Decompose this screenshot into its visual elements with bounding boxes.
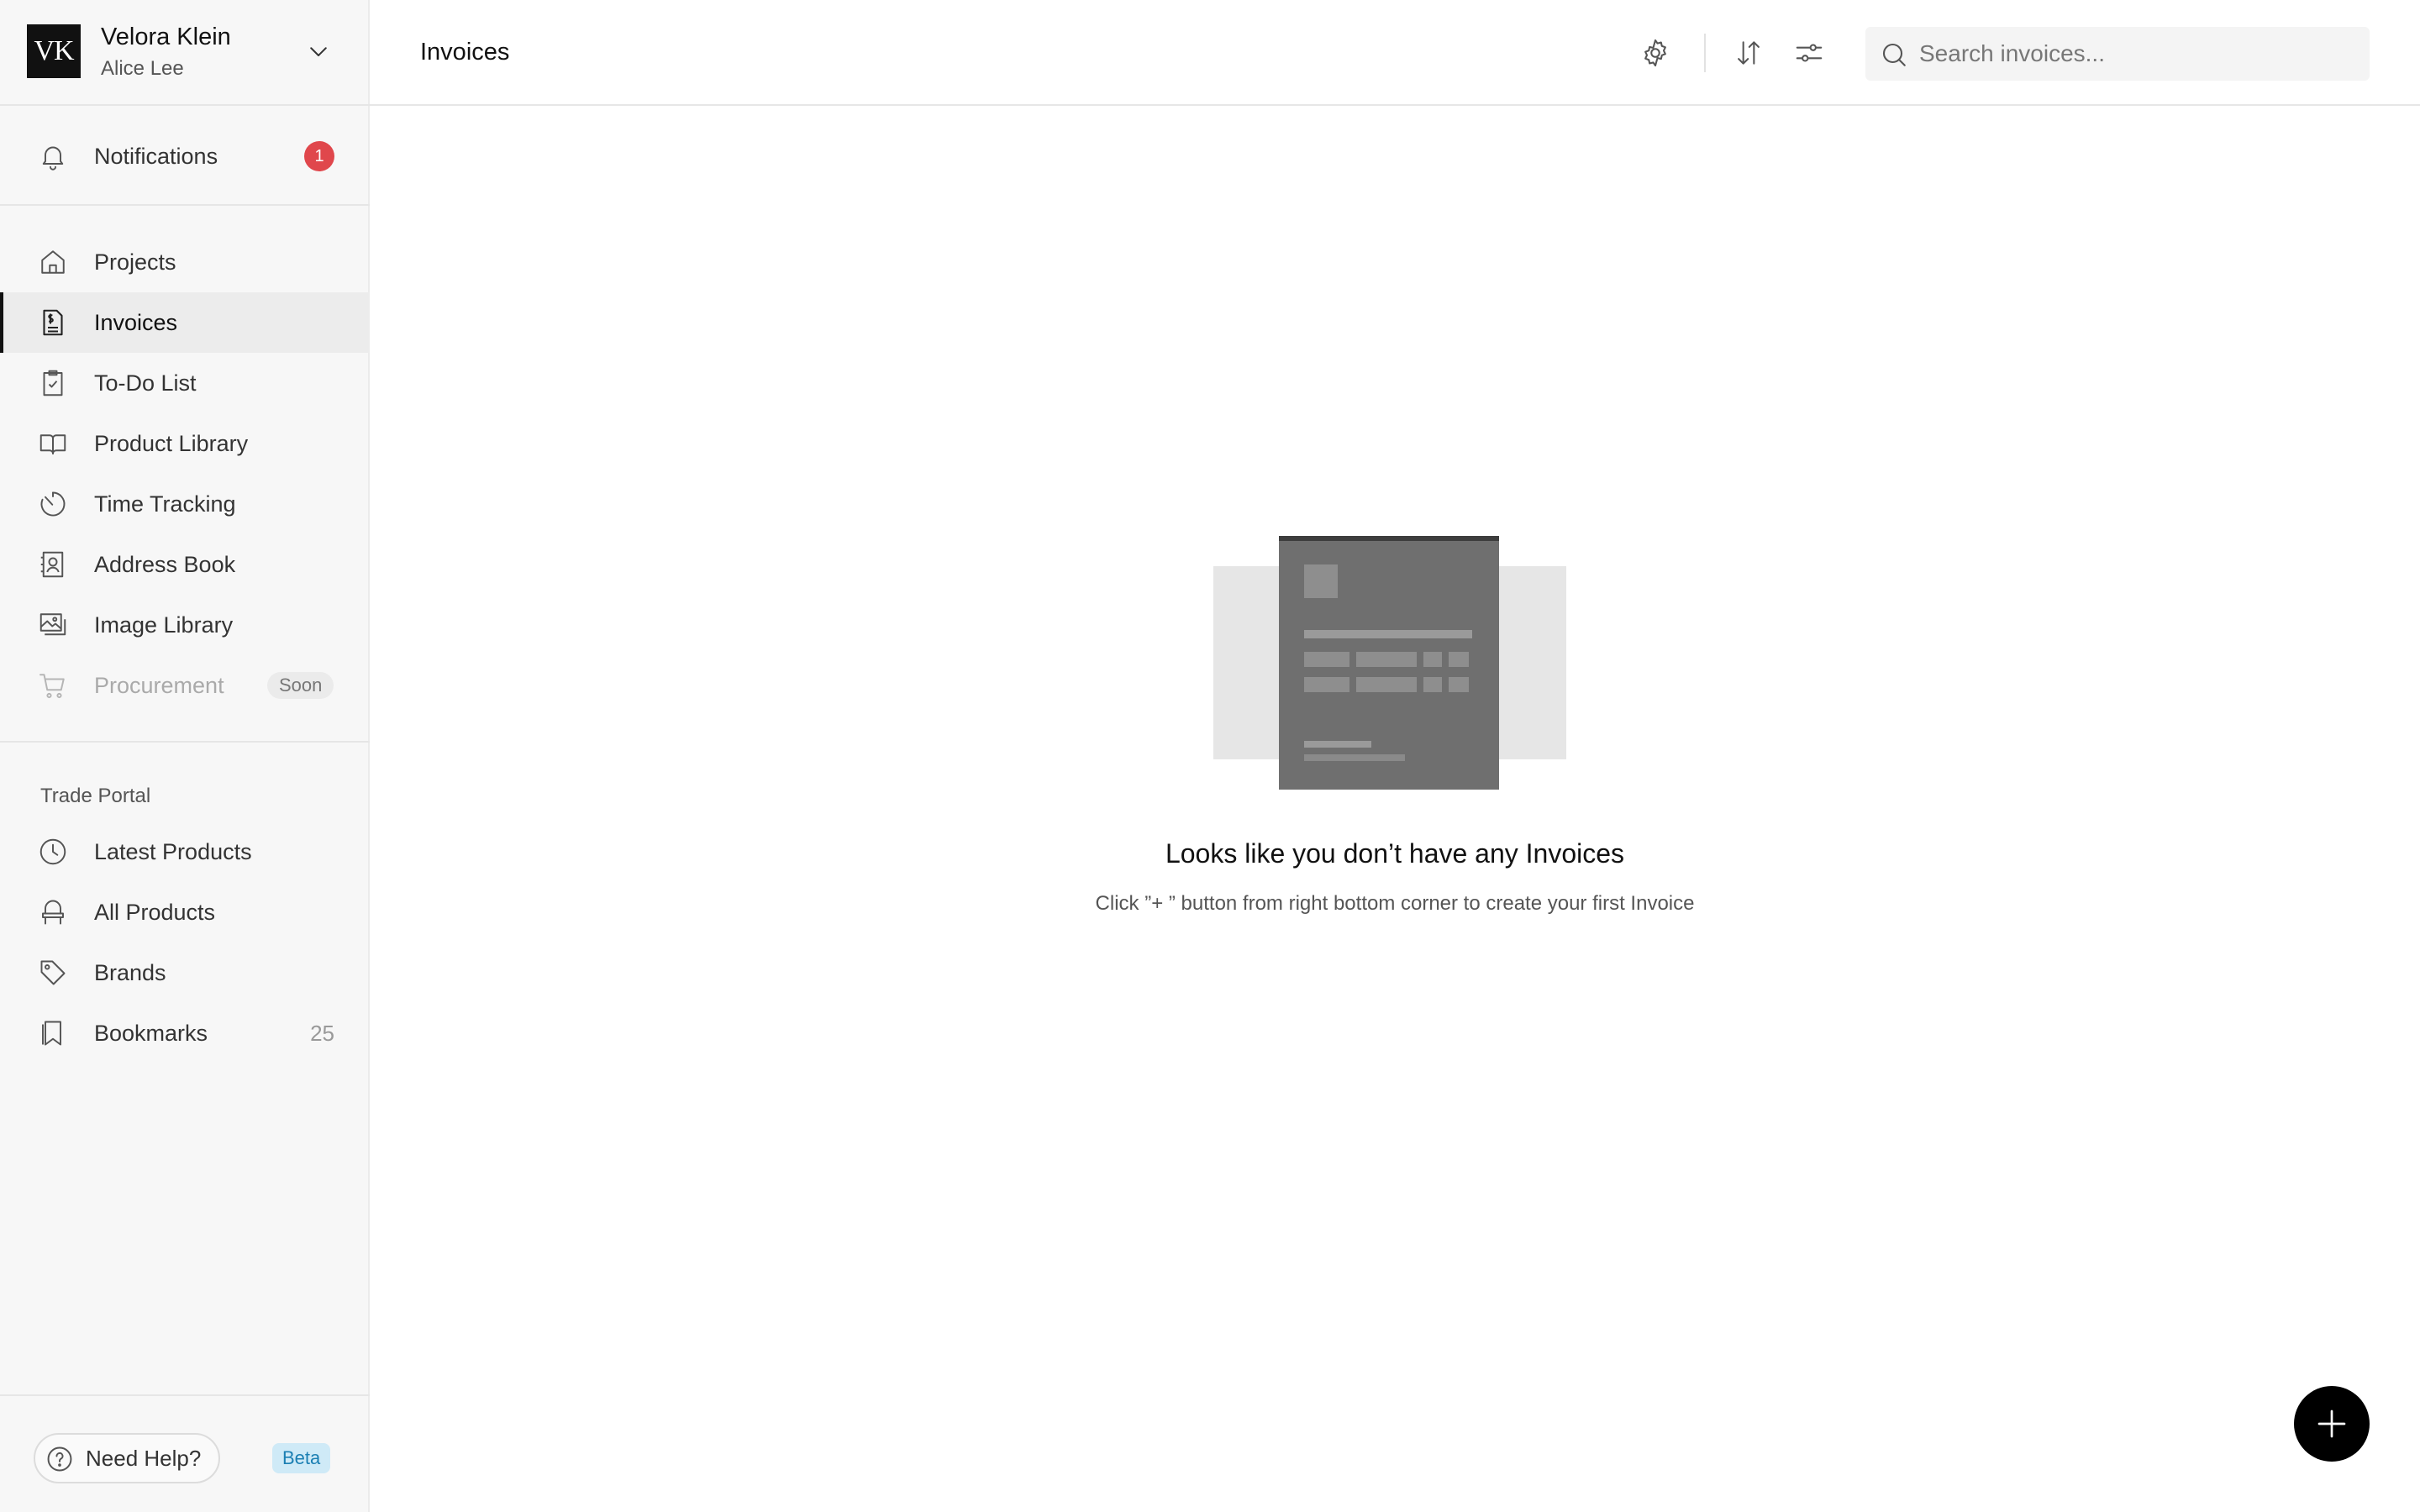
- sidebar-item-notifications[interactable]: Notifications 1: [0, 126, 370, 186]
- clipboard-check-icon: [38, 368, 68, 398]
- search-input[interactable]: [1919, 27, 2356, 81]
- sidebar-item-label: To-Do List: [94, 370, 197, 396]
- app: VK Velora Klein Alice Lee Notifications …: [0, 0, 2420, 1512]
- sidebar-item-procurement: Procurement Soon: [0, 655, 370, 716]
- sidebar-item-image-library[interactable]: Image Library: [0, 595, 370, 655]
- chair-icon: [38, 897, 68, 927]
- invoice-icon: [38, 307, 68, 338]
- cart-icon: [38, 670, 68, 701]
- sidebar-item-label: Invoices: [94, 309, 178, 335]
- sidebar-item-label: Brands: [94, 959, 166, 985]
- divider: [0, 204, 370, 206]
- sidebar-item-label: Projects: [94, 249, 176, 275]
- chevron-down-icon[interactable]: [306, 39, 331, 64]
- empty-state-title: Looks like you don’t have any Invoices: [1165, 838, 1625, 869]
- sidebar-item-address-book[interactable]: Address Book: [0, 534, 370, 595]
- bookmark-icon: [38, 1018, 68, 1048]
- divider: [0, 741, 370, 743]
- book-icon: [38, 428, 68, 459]
- bell-icon: [38, 141, 68, 171]
- workspace-switcher[interactable]: VK Velora Klein Alice Lee: [0, 0, 370, 106]
- need-help-button[interactable]: Need Help?: [34, 1433, 220, 1483]
- timer-icon: [38, 489, 68, 519]
- home-icon: [38, 247, 68, 277]
- sidebar-item-bookmarks[interactable]: Bookmarks 25: [0, 1003, 370, 1063]
- sidebar: VK Velora Klein Alice Lee Notifications …: [0, 0, 370, 1512]
- sidebar-item-todo-list[interactable]: To-Do List: [0, 353, 370, 413]
- contact-book-icon: [38, 549, 68, 580]
- sidebar-item-label: Notifications: [94, 143, 218, 169]
- notification-count-badge: 1: [304, 141, 334, 171]
- images-icon: [38, 610, 68, 640]
- sidebar-item-time-tracking[interactable]: Time Tracking: [0, 474, 370, 534]
- search-box[interactable]: [1865, 27, 2370, 81]
- sidebar-item-all-products[interactable]: All Products: [0, 882, 370, 942]
- sidebar-item-latest-products[interactable]: Latest Products: [0, 822, 370, 882]
- top-header: Invoices: [370, 0, 2420, 106]
- sidebar-item-label: Time Tracking: [94, 491, 236, 517]
- sidebar-item-label: All Products: [94, 899, 216, 925]
- sidebar-item-label: Product Library: [94, 430, 249, 456]
- workspace-user: Alice Lee: [101, 57, 184, 80]
- bookmarks-count: 25: [310, 1020, 334, 1046]
- filter-sliders-icon[interactable]: [1793, 37, 1825, 69]
- soon-badge: Soon: [267, 672, 334, 699]
- plus-icon: [2317, 1410, 2346, 1438]
- sidebar-item-label: Bookmarks: [94, 1020, 208, 1046]
- clock-icon: [38, 837, 68, 867]
- search-icon: [1879, 39, 1909, 70]
- add-invoice-button[interactable]: [2294, 1386, 2370, 1462]
- header-divider: [1704, 34, 1706, 72]
- sidebar-item-projects[interactable]: Projects: [0, 232, 370, 292]
- sidebar-item-label: Address Book: [94, 551, 236, 577]
- sidebar-item-label: Procurement: [94, 672, 224, 698]
- beta-badge: Beta: [272, 1443, 331, 1473]
- need-help-label: Need Help?: [86, 1445, 202, 1471]
- help-circle-icon: [45, 1445, 74, 1473]
- empty-state-subtitle: Click ”+ ” button from right bottom corn…: [1095, 892, 1695, 915]
- sidebar-footer: Need Help? Beta: [0, 1394, 370, 1512]
- sidebar-item-label: Image Library: [94, 612, 234, 638]
- empty-invoice-illustration: [1213, 536, 1566, 790]
- sort-icon[interactable]: [1733, 37, 1765, 69]
- tag-icon: [38, 958, 68, 988]
- workspace-name: Velora Klein: [101, 24, 231, 50]
- sidebar-item-label: Latest Products: [94, 838, 252, 864]
- sidebar-item-brands[interactable]: Brands: [0, 942, 370, 1003]
- sidebar-item-product-library[interactable]: Product Library: [0, 413, 370, 474]
- workspace-logo: VK: [27, 24, 81, 78]
- section-label-trade-portal: Trade Portal: [40, 785, 151, 807]
- page-title: Invoices: [420, 39, 510, 66]
- sidebar-item-invoices[interactable]: Invoices: [0, 292, 370, 353]
- gear-icon[interactable]: [1639, 37, 1671, 69]
